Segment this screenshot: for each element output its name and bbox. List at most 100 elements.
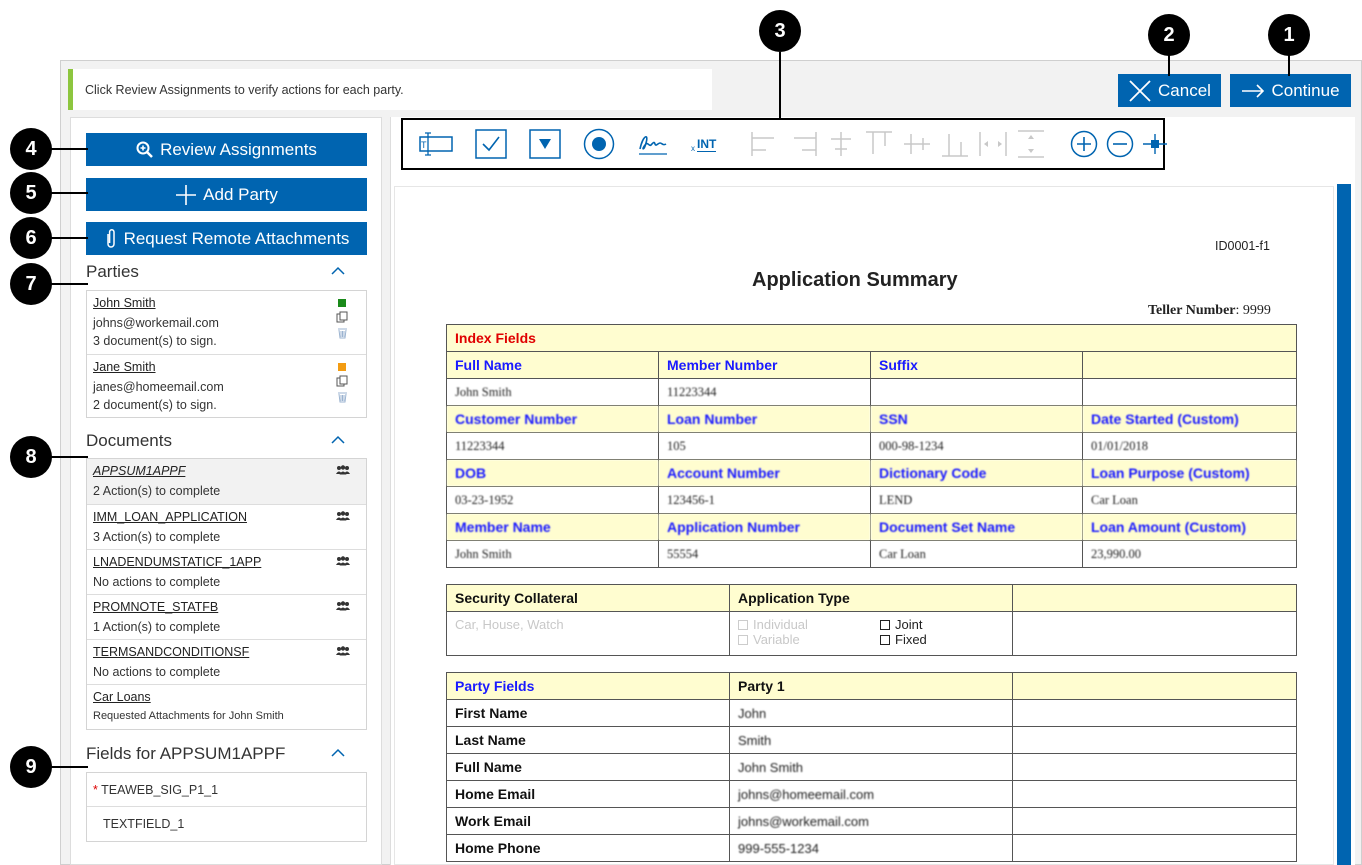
document-name[interactable]: PROMNOTE_STATFB [93,600,360,614]
party-field-value[interactable]: 999-555-1234 [729,834,1013,862]
index-fields-title: Index Fields [446,324,1297,352]
distribute-horizontal-tool[interactable] [978,130,1008,158]
text-field-tool[interactable]: T [419,131,453,157]
document-row[interactable]: PROMNOTE_STATFB 1 Action(s) to complete [87,595,366,640]
attachment-row[interactable]: Car Loans Requested Attachments for John… [87,685,366,729]
document-row[interactable]: TERMSANDCONDITIONSF No actions to comple… [87,640,366,685]
document-name[interactable]: LNADENDUMSTATICF_1APP [93,555,360,569]
party-row[interactable]: Jane Smith janes@homeemail.com 2 documen… [87,355,366,417]
index-label [1082,351,1297,379]
align-middle-tool[interactable] [902,130,932,158]
align-right-tool[interactable] [788,130,818,158]
empty-cell [1012,726,1297,754]
field-name[interactable]: TEXTFIELD_1 [103,817,184,831]
checkbox[interactable] [880,620,890,630]
trash-icon[interactable] [337,327,348,339]
document-scrollbar[interactable] [1337,184,1351,865]
field-name[interactable]: TEAWEB_SIG_P1_1 [101,783,218,797]
attachment-name[interactable]: Car Loans [93,690,360,704]
checkbox-icon [475,129,507,159]
party-name[interactable]: Jane Smith [93,360,360,374]
request-attachments-button[interactable]: Request Remote Attachments [86,222,367,255]
index-value: 11223344 [658,378,871,406]
callout-marker: 3 [759,10,801,52]
users-icon [336,646,350,656]
callout-leader [50,148,88,150]
index-label: SSN [870,405,1083,433]
initials-prefix: x [691,143,695,153]
chevron-up-icon[interactable] [331,264,345,278]
option-label: Variable [753,632,800,647]
align-left-tool[interactable] [750,130,780,158]
callout-marker: 6 [10,217,52,259]
zoom-search-icon [136,141,153,158]
align-bottom-tool[interactable] [940,130,970,158]
review-assignments-button[interactable]: Review Assignments [86,133,367,166]
copy-icon[interactable] [336,311,348,323]
document-status: 1 Action(s) to complete [93,620,221,634]
document-name[interactable]: APPSUM1APPF [93,464,360,478]
fit-tool[interactable] [1142,131,1168,157]
info-message: Click Review Assignments to verify actio… [85,82,404,97]
checkbox[interactable] [738,620,748,630]
document-name[interactable]: IMM_LOAN_APPLICATION [93,510,360,524]
callout-leader [779,52,781,120]
continue-button[interactable]: Continue [1230,74,1351,107]
callout-marker: 7 [10,263,52,305]
signature-tool[interactable] [637,131,669,157]
request-attachments-label: Request Remote Attachments [123,228,350,248]
index-value [1082,378,1297,406]
zoom-in-tool[interactable] [1070,130,1098,158]
chevron-up-icon[interactable] [331,746,345,760]
index-value: 11223344 [446,432,659,460]
party-field-label: Full Name [446,753,730,781]
checkbox[interactable] [880,635,890,645]
users-icon [336,601,350,611]
index-label: Full Name [446,351,659,379]
party-field-value[interactable]: John [729,699,1013,727]
chevron-up-icon[interactable] [331,433,345,447]
application-type-options: Individual Variable Joint Fixed [729,611,1013,656]
party-docs: 2 document(s) to sign. [93,398,217,412]
document-row[interactable]: LNADENDUMSTATICF_1APP No actions to comp… [87,550,366,595]
party-field-label: Home Phone [446,834,730,862]
collateral-placeholder[interactable]: Car, House, Watch [446,611,730,656]
document-status: No actions to complete [93,575,221,589]
party-field-value[interactable]: johns@workemail.com [729,807,1013,835]
distribute-horizontal-icon [979,132,1008,156]
dropdown-tool[interactable] [529,129,561,159]
party-field-value[interactable]: johns@homeemail.com [729,780,1013,808]
trash-icon[interactable] [337,391,348,403]
teller-label: Teller Number [1148,303,1236,318]
align-top-tool[interactable] [864,130,894,158]
initials-tool[interactable]: x INT [691,136,717,153]
party-name[interactable]: John Smith [93,296,360,310]
align-center-tool[interactable] [826,130,856,158]
document-row[interactable]: IMM_LOAN_APPLICATION 3 Action(s) to comp… [87,505,366,550]
cancel-label: Cancel [1158,80,1211,100]
field-row[interactable]: * TEAWEB_SIG_P1_1 [87,773,366,807]
party-color-swatch [338,299,346,307]
checkbox[interactable] [738,635,748,645]
index-value: John Smith [446,540,659,568]
empty-cell [1012,780,1297,808]
party-fields-table: Party Fields Party 1 First Name John Last… [446,672,1297,862]
distribute-vertical-tool[interactable] [1016,129,1046,159]
document-row-selected[interactable]: APPSUM1APPF 2 Action(s) to complete [87,459,366,505]
copy-icon[interactable] [336,375,348,387]
party-field-value[interactable]: Smith [729,726,1013,754]
cancel-button[interactable]: Cancel [1118,74,1221,107]
add-party-button[interactable]: Add Party [86,178,367,211]
party-row[interactable]: John Smith johns@workemail.com 3 documen… [87,291,366,355]
empty-cell [1012,699,1297,727]
field-row[interactable]: TEXTFIELD_1 [87,807,366,841]
document-name[interactable]: TERMSANDCONDITIONSF [93,645,360,659]
checkbox-tool[interactable] [475,129,507,159]
teller-value: : 9999 [1235,303,1271,318]
radio-tool[interactable] [583,128,615,160]
index-label: Application Number [658,513,871,541]
required-marker: * [93,783,98,797]
party-field-value[interactable]: John Smith [729,753,1013,781]
review-assignments-label: Review Assignments [160,139,317,159]
zoom-out-tool[interactable] [1106,130,1134,158]
